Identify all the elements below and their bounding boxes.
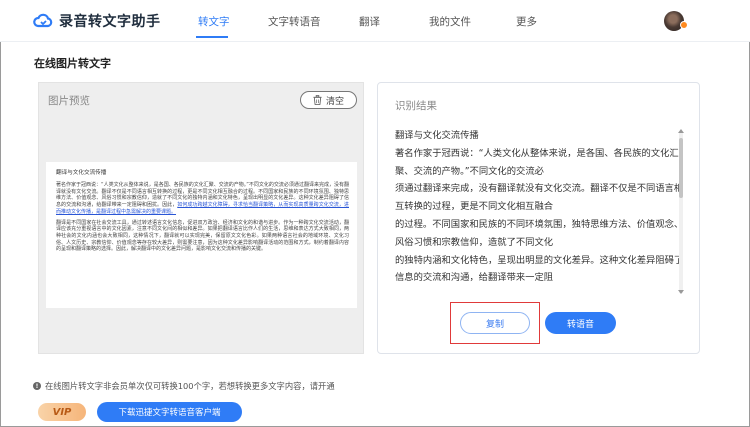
nav-text-to-speech[interactable]: 文字转语音: [268, 14, 321, 29]
copy-button[interactable]: 复制: [460, 312, 530, 334]
download-client-button[interactable]: 下载迅捷文字转语音客户端: [97, 402, 242, 422]
nav-speech-to-text[interactable]: 转文字: [198, 14, 230, 29]
notice-text: 在线图片转文字非会员单次仅可转换100个字，若想转换更多文字内容，请开通: [45, 381, 335, 391]
member-notice: ! 在线图片转文字非会员单次仅可转换100个字，若想转换更多文字内容，请开通: [33, 380, 335, 392]
cloud-logo-icon: [33, 13, 53, 28]
top-header: 录音转文字助手 转文字 文字转语音 翻译 我的文件 更多: [0, 0, 750, 42]
doc-title: 翻译与文化交流传播: [56, 170, 107, 176]
result-line: 著名作家于冠西说：“人类文化从整体来说，是各国、各民族的文化汇聚、交流的产物。”…: [395, 147, 679, 177]
nav-active-indicator: [196, 36, 228, 38]
trash-icon: [313, 95, 322, 105]
to-speech-button[interactable]: 转语音: [545, 312, 616, 334]
result-line: 的独特内涵和文化特色，呈现出明显的文化差异。这种文化差异阻碍了信息的交流和沟通，…: [395, 254, 684, 284]
scroll-down-arrow-icon[interactable]: [678, 290, 684, 294]
uploaded-document-image: 翻译与文化交流传播 著名作家于冠西说：“人类文化从整体来说，是各国、各民族的文化…: [46, 162, 357, 308]
result-title: 识别结果: [395, 100, 437, 112]
clear-label: 清空: [325, 96, 344, 107]
nav-more[interactable]: 更多: [516, 14, 537, 29]
result-line: 的过程。不同国家和民族的不同环境氛围，独特思维方法、价值观念、风俗习惯和宗教信仰…: [395, 218, 684, 248]
clear-button[interactable]: 清空: [300, 91, 357, 109]
vip-crown-icon: [680, 21, 688, 29]
app-name: 录音转文字助手: [59, 14, 161, 30]
result-line: 须通过翻译来完成，没有翻译就没有文化交流。翻译不仅是不同语言相互转换的过程，更是…: [395, 183, 684, 213]
result-text-area[interactable]: 翻译与文化交流传播 著名作家于冠西说：“人类文化从整体来说，是各国、各民族的文化…: [395, 127, 685, 287]
info-icon: !: [33, 382, 41, 390]
doc-paragraph-1: 著名作家于冠西说：“人类文化从整体来说，是各国、各民族的文化汇聚、交流的产物。”…: [56, 182, 349, 216]
vip-button[interactable]: VIP: [38, 403, 86, 421]
doc-paragraph-2: 翻译是不同国家在社会交流工具，通过转述语言文化信息，促进双方政治、经济和文化的和…: [56, 219, 349, 253]
preview-title: 图片预览: [48, 95, 90, 107]
app-logo[interactable]: 录音转文字助手: [33, 11, 161, 31]
image-preview-panel: 图片预览 清空 翻译与文化交流传播 著名作家于冠西说：“人类文化从整体来说，是各…: [38, 82, 364, 354]
nav-my-files[interactable]: 我的文件: [429, 14, 471, 29]
result-line: 翻译与文化交流传播: [395, 130, 479, 141]
nav-translate[interactable]: 翻译: [359, 14, 380, 29]
scrollbar-thumb[interactable]: [679, 138, 683, 198]
page-title: 在线图片转文字: [34, 57, 111, 70]
